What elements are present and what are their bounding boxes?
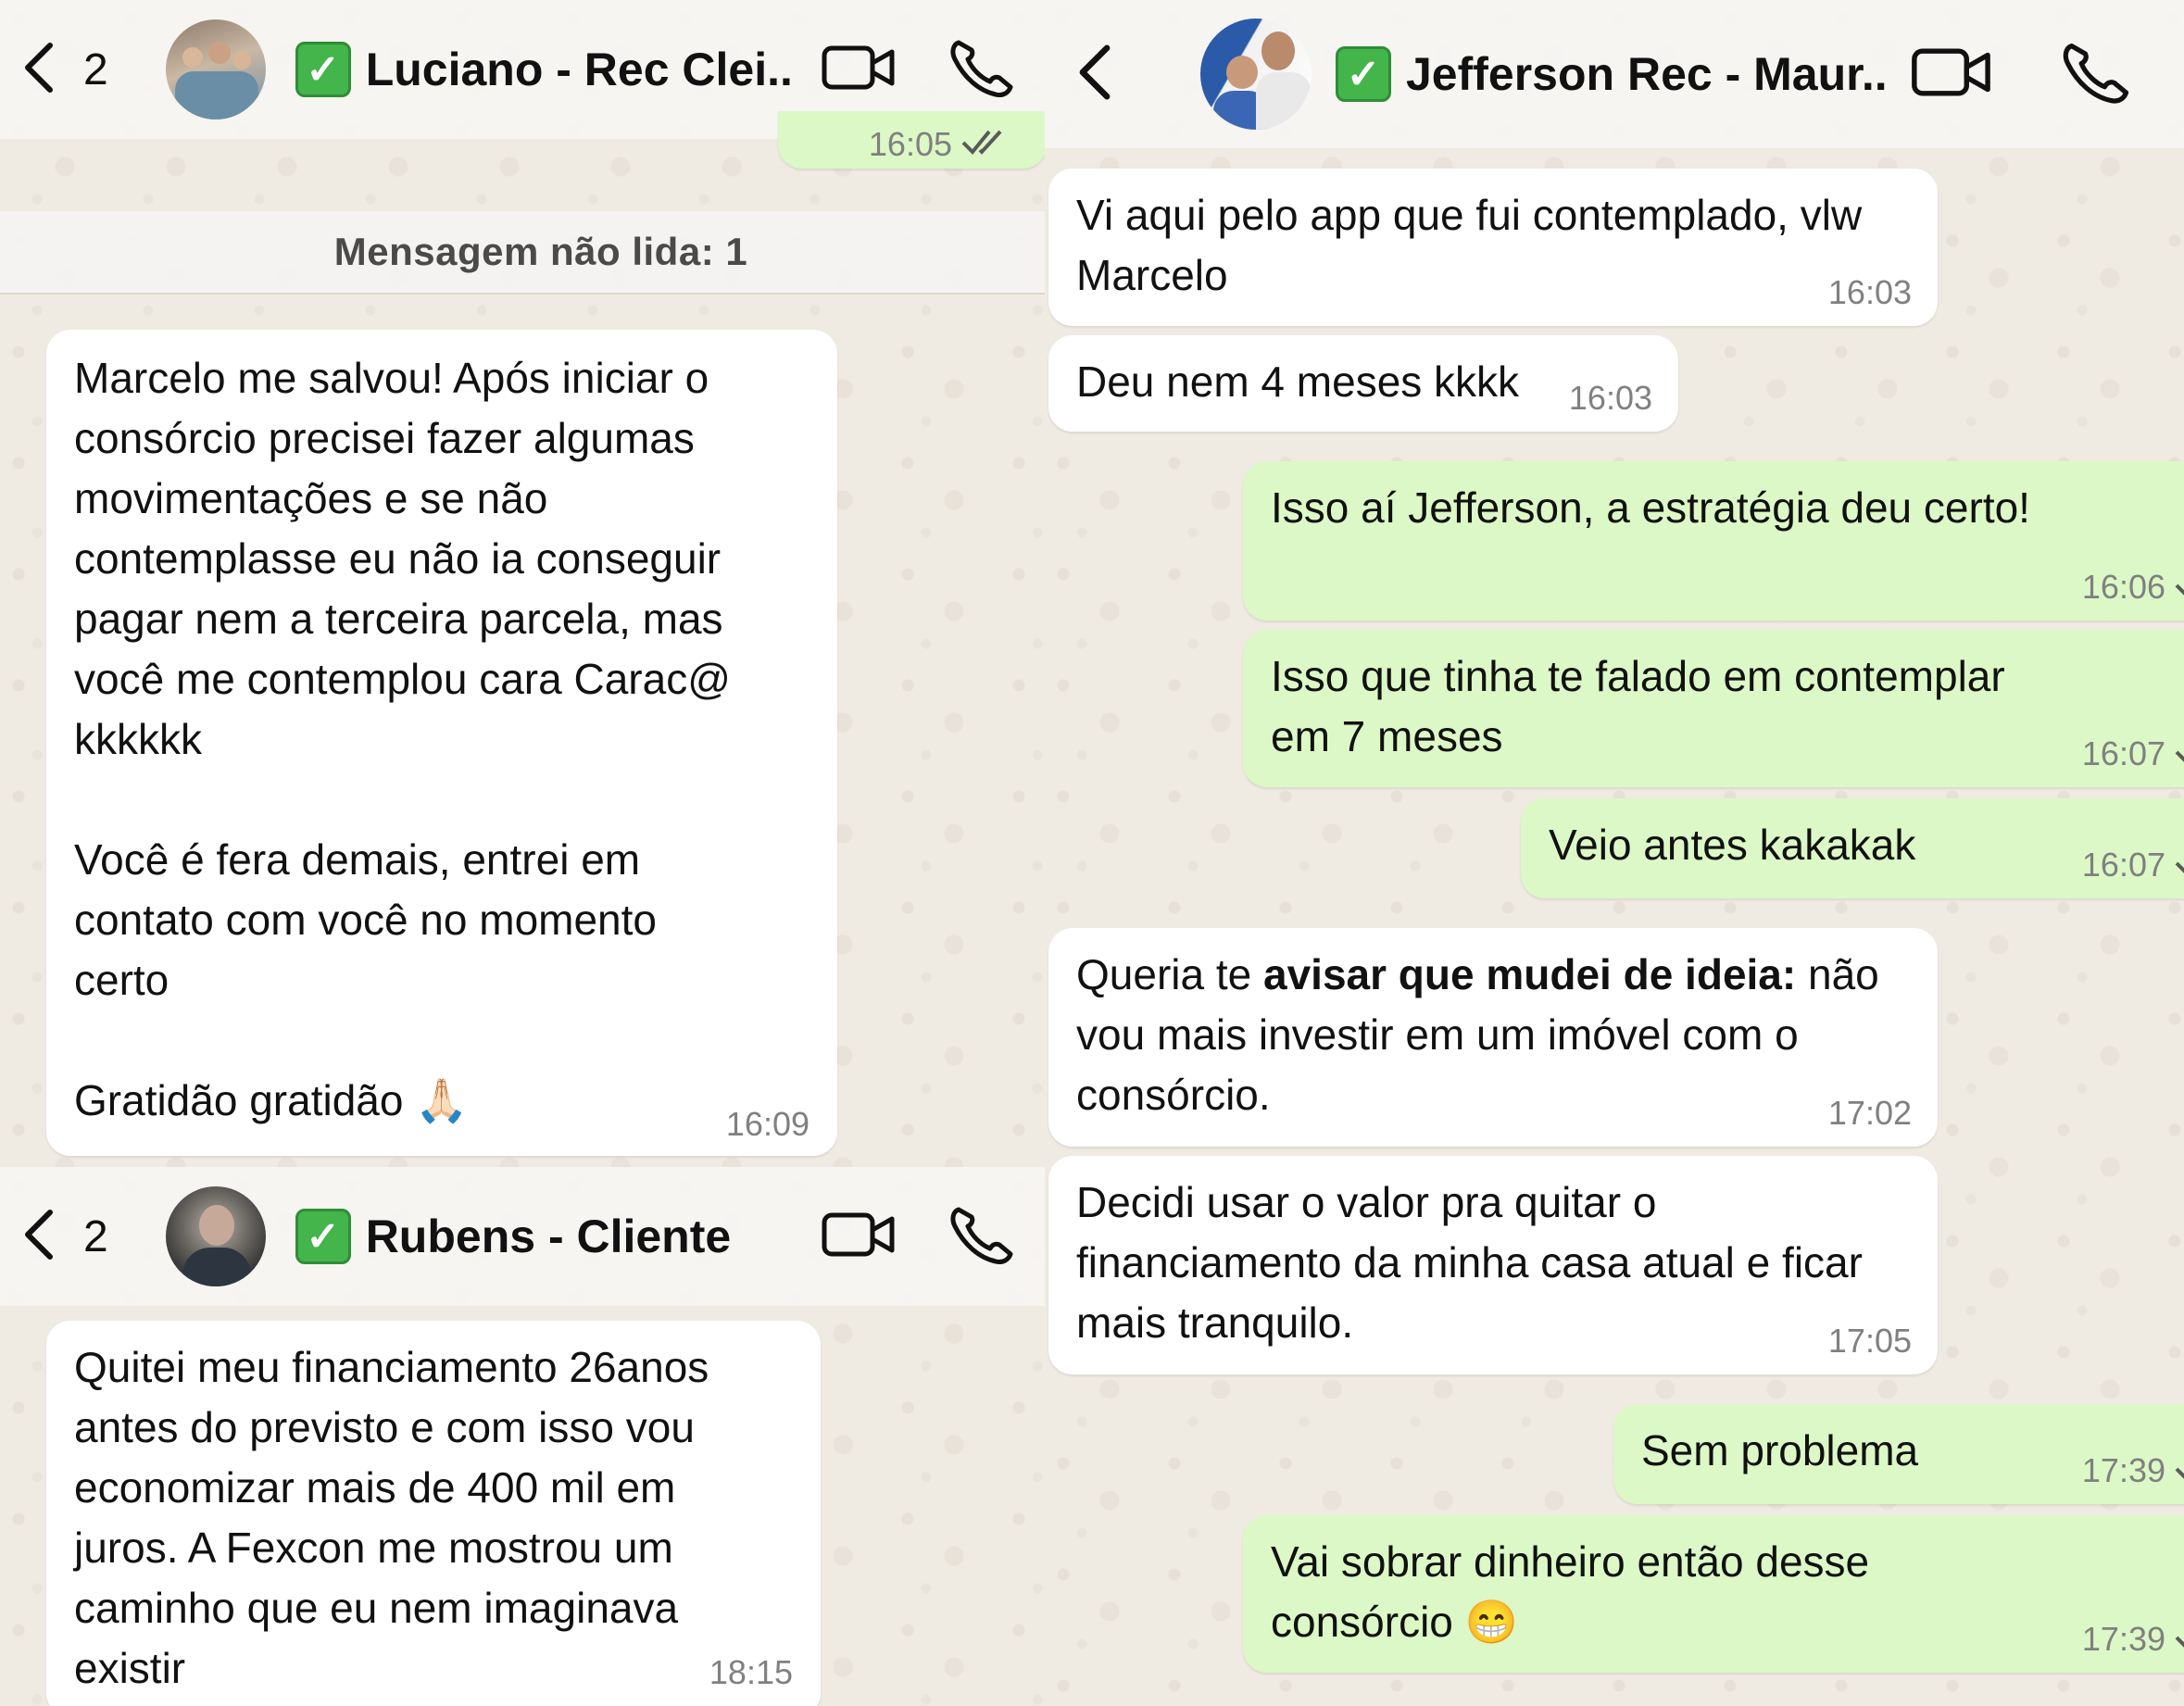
- chat-header: ✓ Jefferson Rec - Maur...: [1045, 0, 2184, 148]
- double-check-icon: [961, 126, 1010, 163]
- message-text: Quitei meu financiamento 26anos antes do…: [74, 1343, 709, 1692]
- verified-check-icon: ✓: [295, 42, 351, 97]
- message-text: Isso aí Jefferson, a estratégia deu cert…: [1271, 483, 2030, 532]
- avatar[interactable]: [165, 19, 266, 119]
- message-time: 17:39: [2081, 1620, 2165, 1658]
- avatar[interactable]: [1200, 19, 1312, 130]
- double-check-icon: [2175, 1452, 2184, 1489]
- message-text-part: Queria te: [1076, 950, 1263, 998]
- contact-name[interactable]: Luciano - Rec Clei...: [366, 43, 792, 96]
- message-bubble[interactable]: Vai sobrar dinheiro então desse consórci…: [1243, 1515, 2184, 1673]
- message-time: 17:39: [2081, 1451, 2165, 1489]
- message-time: 17:02: [1827, 1094, 1912, 1132]
- double-check-icon: [2175, 735, 2184, 772]
- message-bubble[interactable]: Decidi usar o valor pra quitar o financi…: [1048, 1156, 1938, 1374]
- phone-icon[interactable]: [2058, 37, 2136, 112]
- double-check-icon: [2175, 569, 2184, 606]
- message-text: Vi aqui pelo app que fui contemplado, vl…: [1076, 191, 1863, 299]
- message-bubble[interactable]: Vi aqui pelo app que fui contemplado, vl…: [1048, 169, 1938, 326]
- message-time: 16:05: [868, 125, 952, 163]
- chat-panel-rubens: 2 ✓ Rubens - Cliente Quitei meu financia…: [0, 1167, 1045, 1706]
- message-text: Isso que tinha te falado em contemplar e…: [1271, 652, 2005, 760]
- chat-panel-jefferson: ✓ Jefferson Rec - Maur... Vi aqui pelo a…: [1045, 0, 2184, 1706]
- message-bubble[interactable]: Veio antes kakakak 16:07: [1521, 798, 2184, 898]
- message-bubble[interactable]: Marcelo me salvou! Após iniciar o consór…: [46, 330, 837, 1156]
- message-bubble[interactable]: Isso que tinha te falado em contemplar e…: [1243, 630, 2184, 787]
- message-bubble[interactable]: Isso aí Jefferson, a estratégia deu cert…: [1243, 461, 2184, 621]
- message-bubble[interactable]: Queria te avisar que mudei de ideia: não…: [1048, 928, 1938, 1147]
- message-time: 16:09: [725, 1105, 810, 1143]
- message-time: 16:06: [2081, 568, 2165, 606]
- back-button[interactable]: [1045, 42, 1117, 107]
- double-check-icon: [2175, 1621, 2184, 1658]
- unread-count: 2: [83, 44, 108, 94]
- previous-message-bubble: 16:05: [778, 111, 1045, 169]
- double-check-icon: [2175, 847, 2184, 884]
- message-time: 16:07: [2081, 734, 2165, 772]
- contact-name[interactable]: Jefferson Rec - Maur...: [1406, 47, 1888, 101]
- back-button[interactable]: 2: [0, 40, 108, 100]
- message-bubble[interactable]: Quitei meu financiamento 26anos antes do…: [46, 1321, 821, 1706]
- phone-icon[interactable]: [946, 35, 1020, 105]
- message-time: 16:07: [2081, 846, 2165, 884]
- message-text: Vai sobrar dinheiro então desse consórci…: [1271, 1537, 1870, 1646]
- chat-panel-luciano: 2 ✓ Luciano - Rec Clei... 16:05 Mensagem…: [0, 0, 1045, 1167]
- message-text: Queria te avisar que mudei de ideia: não…: [1076, 945, 1910, 1125]
- message-bubble[interactable]: Deu nem 4 meses kkkk 16:03: [1048, 335, 1678, 432]
- avatar[interactable]: [165, 1186, 266, 1286]
- back-button[interactable]: 2: [0, 1207, 108, 1267]
- message-bubble[interactable]: Sem problema 17:39: [1613, 1404, 2184, 1504]
- message-time: 18:15: [709, 1653, 793, 1691]
- contact-name[interactable]: Rubens - Cliente: [366, 1210, 792, 1263]
- chevron-left-icon: [19, 1207, 59, 1267]
- chevron-left-icon: [19, 40, 59, 100]
- unread-count: 2: [83, 1211, 108, 1261]
- message-time: 16:03: [1568, 379, 1652, 417]
- unread-banner-text: Mensagem não lida: 1: [333, 230, 748, 273]
- message-text: Marcelo me salvou! Após iniciar o consór…: [74, 354, 731, 1124]
- phone-icon[interactable]: [946, 1202, 1020, 1272]
- message-text-bold: avisar que mudei de ideia:: [1263, 950, 1797, 998]
- video-call-icon[interactable]: [822, 35, 896, 105]
- unread-banner: Mensagem não lida: 1: [0, 211, 1045, 295]
- message-time: 16:03: [1827, 273, 1912, 311]
- video-call-icon[interactable]: [822, 1202, 896, 1272]
- chat-header: 2 ✓ Rubens - Cliente: [0, 1167, 1045, 1306]
- video-call-icon[interactable]: [1910, 37, 1993, 112]
- verified-check-icon: ✓: [295, 1209, 351, 1264]
- message-text: Deu nem 4 meses kkkk: [1076, 358, 1520, 406]
- chevron-left-icon: [1073, 42, 1117, 107]
- message-text: Decidi usar o valor pra quitar o financi…: [1076, 1178, 1863, 1347]
- message-time: 17:05: [1827, 1322, 1912, 1360]
- verified-check-icon: ✓: [1336, 46, 1391, 102]
